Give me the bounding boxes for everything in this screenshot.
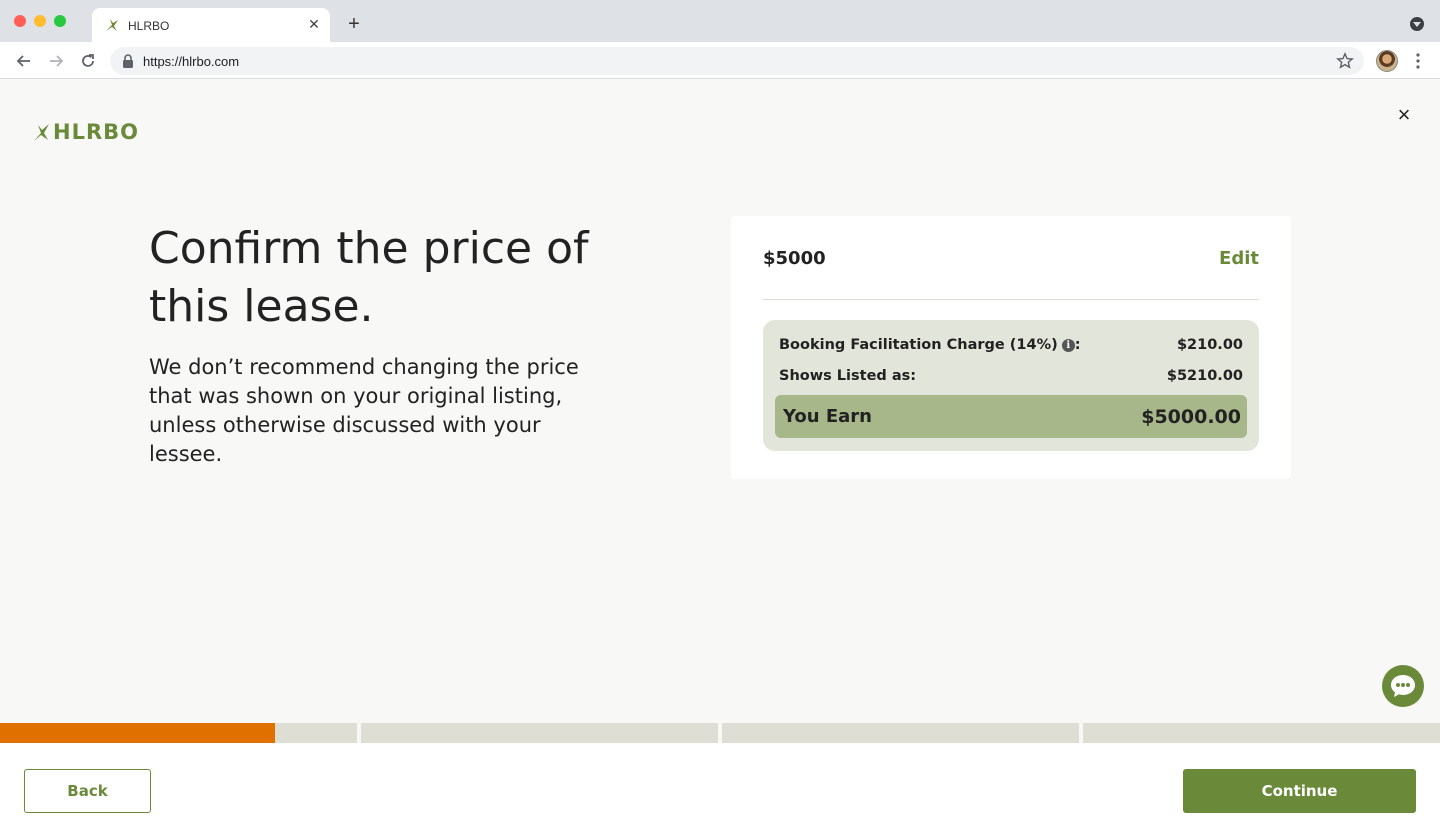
listed-price-value: $5210.00 <box>1166 368 1243 384</box>
tab-search-icon[interactable] <box>1410 17 1424 31</box>
close-icon[interactable]: × <box>1393 104 1415 126</box>
window-zoom-dot[interactable] <box>54 15 66 27</box>
browser-tab-bar: HLRBO ✕ + <box>0 0 1440 42</box>
kebab-menu-icon[interactable] <box>1410 51 1426 71</box>
star-icon[interactable] <box>1336 52 1354 70</box>
address-bar[interactable]: https://hlrbo.com <box>110 47 1364 75</box>
profile-avatar[interactable] <box>1376 50 1398 72</box>
page-description: We don’t recommend changing the price th… <box>149 355 579 466</box>
you-earn-row: You Earn $5000.00 <box>775 395 1247 438</box>
facilitation-charge-colon: : <box>1074 337 1081 353</box>
progress-step-4 <box>1083 723 1440 743</box>
price-card: $5000 Edit Booking Facilitation Charge (… <box>731 216 1291 479</box>
edit-price-link[interactable]: Edit <box>1219 248 1259 269</box>
progress-fill <box>0 723 275 743</box>
facilitation-charge-label: Booking Facilitation Charge (14%) <box>779 337 1058 353</box>
forward-arrow-icon[interactable] <box>46 51 66 71</box>
hlrbo-logo-mark-icon <box>34 124 49 141</box>
logo-text: HLRBO <box>53 120 139 144</box>
tab-close-icon[interactable]: ✕ <box>306 16 322 32</box>
progress-bar <box>0 723 1440 743</box>
card-divider <box>763 299 1259 300</box>
url-text: https://hlrbo.com <box>143 54 240 69</box>
hlrbo-favicon-icon <box>106 19 118 31</box>
facilitation-charge-value: $210.00 <box>1176 337 1243 353</box>
info-icon[interactable]: i <box>1061 339 1075 352</box>
lease-price: $5000 <box>763 248 826 269</box>
back-arrow-icon[interactable] <box>14 51 34 71</box>
progress-step-1 <box>0 723 357 743</box>
continue-button[interactable]: Continue <box>1183 769 1416 813</box>
listed-price-label: Shows Listed as: <box>779 368 917 384</box>
progress-step-3 <box>722 723 1079 743</box>
footer-bar: Back Continue <box>0 743 1440 837</box>
tab-title: HLRBO <box>128 19 170 33</box>
progress-step-2 <box>361 723 718 743</box>
page-content: HLRBO × Confirm the price of this lease.… <box>0 80 1440 837</box>
lock-icon <box>123 54 133 68</box>
browser-toolbar: https://hlrbo.com <box>0 42 1440 79</box>
chat-bubble-icon <box>1391 675 1415 697</box>
window-minimize-dot[interactable] <box>34 15 46 27</box>
reload-icon[interactable] <box>78 51 98 71</box>
you-earn-value: $5000.00 <box>1141 406 1241 428</box>
chat-button[interactable] <box>1382 665 1424 707</box>
hlrbo-logo[interactable]: HLRBO <box>33 120 139 144</box>
you-earn-label: You Earn <box>783 406 872 427</box>
page-title: Confirm the price of this lease. <box>149 223 589 332</box>
back-button[interactable]: Back <box>24 769 151 813</box>
window-close-dot[interactable] <box>14 15 26 27</box>
new-tab-icon[interactable]: + <box>344 14 364 34</box>
price-breakdown: Booking Facilitation Charge (14%) i: $210… <box>763 320 1259 451</box>
browser-tab[interactable]: HLRBO ✕ <box>92 8 330 42</box>
